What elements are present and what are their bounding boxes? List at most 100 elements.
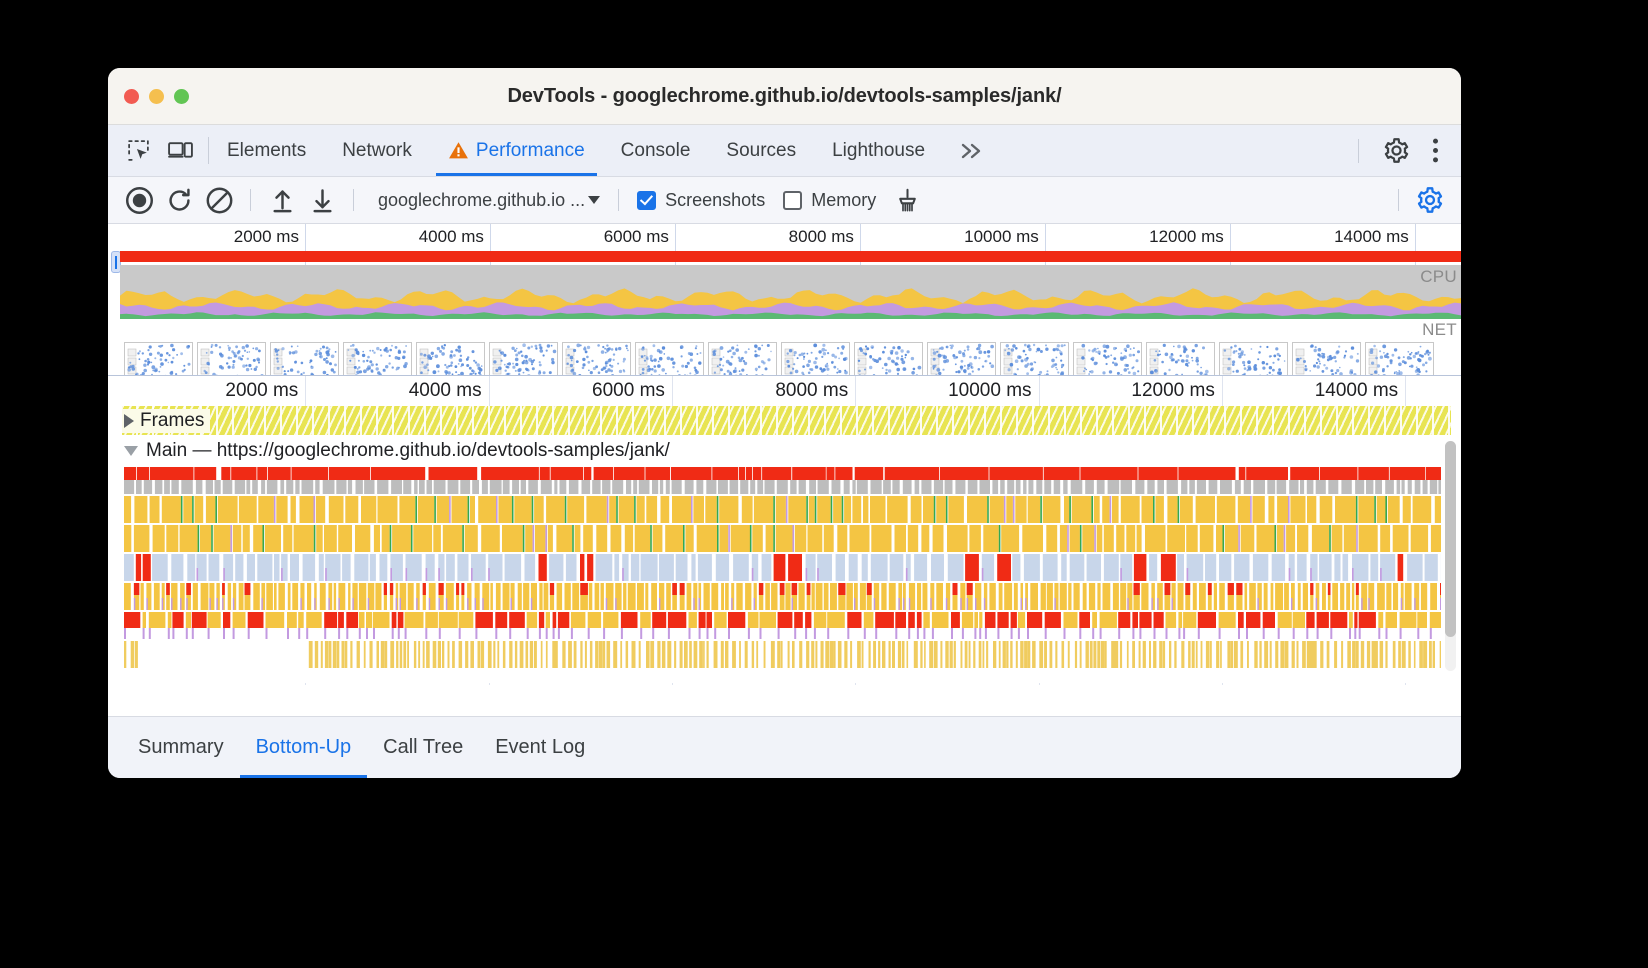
tab-sources[interactable]: Sources <box>708 125 814 176</box>
tab-performance[interactable]: Performance <box>430 125 603 176</box>
memory-checkbox[interactable]: Memory <box>783 190 876 211</box>
filmstrip-frame[interactable] <box>124 342 193 375</box>
filmstrip-frame[interactable] <box>1365 342 1434 375</box>
screenshots-checkbox[interactable]: Screenshots <box>637 190 765 211</box>
timeline-overview[interactable]: 2000 ms 4000 ms 6000 ms 8000 ms 10000 ms 1200… <box>108 224 1461 375</box>
detail-ruler-tick-label: 2000 ms <box>225 380 299 401</box>
tab-label: Elements <box>227 139 307 161</box>
tab-bottom-up[interactable]: Bottom-Up <box>239 717 368 778</box>
flame-chart-row[interactable] <box>122 641 1441 668</box>
filmstrip-frame[interactable] <box>1000 342 1069 375</box>
collect-garbage-icon[interactable] <box>890 183 924 217</box>
tab-event-log[interactable]: Event Log <box>479 717 601 778</box>
filmstrip-frame[interactable] <box>781 342 850 375</box>
window-title: DevTools - googlechrome.github.io/devtoo… <box>507 84 1062 107</box>
filmstrip-frame[interactable] <box>1146 342 1215 375</box>
flame-chart-row[interactable] <box>122 525 1441 552</box>
flame-chart-row[interactable] <box>122 496 1441 523</box>
filmstrip-frame[interactable] <box>270 342 339 375</box>
filmstrip[interactable] <box>120 340 1461 375</box>
overview-ruler: 2000 ms 4000 ms 6000 ms 8000 ms 10000 ms 1200… <box>108 224 1461 371</box>
main-track-header[interactable]: Main — https://googlechrome.github.io/de… <box>108 435 1461 467</box>
toolbar-right-actions <box>1390 183 1447 217</box>
frames-track-label: Frames <box>140 410 205 431</box>
flame-chart-row[interactable] <box>122 554 1441 581</box>
toolbar-divider-1 <box>250 189 251 211</box>
more-options-icon[interactable] <box>1422 137 1449 164</box>
window-titlebar: DevTools - googlechrome.github.io/devtoo… <box>108 68 1461 125</box>
tab-label: Call Tree <box>383 736 464 758</box>
gear-icon[interactable] <box>1375 137 1418 164</box>
frames-strip[interactable] <box>122 406 1451 435</box>
filmstrip-frame[interactable] <box>1292 342 1361 375</box>
net-label: NET <box>1422 320 1457 339</box>
flame-chart-row[interactable] <box>122 583 1441 610</box>
record-button[interactable] <box>122 183 156 217</box>
tabstrip-tools <box>108 125 208 176</box>
detail-ruler-tick-label: 6000 ms <box>592 380 665 401</box>
filmstrip-frame[interactable] <box>927 342 996 375</box>
filmstrip-frame[interactable] <box>197 342 266 375</box>
tabs-overflow-icon[interactable] <box>943 125 1001 176</box>
tab-network[interactable]: Network <box>324 125 430 176</box>
toolbar-divider-3 <box>618 189 620 211</box>
collapse-triangle-icon[interactable] <box>124 446 138 456</box>
warning-triangle-icon <box>448 141 469 160</box>
filmstrip-frame[interactable] <box>343 342 412 375</box>
filmstrip-frame[interactable] <box>489 342 558 375</box>
filmstrip-frame[interactable] <box>1219 342 1288 375</box>
ruler-tick-label: 8000 ms <box>788 227 854 246</box>
tab-label: Console <box>620 139 691 161</box>
load-profile-icon[interactable] <box>265 183 299 217</box>
devtools-tabstrip: Elements Network Performance Console Sou… <box>108 125 1461 177</box>
flame-chart-row[interactable] <box>122 467 1441 494</box>
detail-ruler-tick-label: 10000 ms <box>948 380 1032 401</box>
tab-elements[interactable]: Elements <box>209 125 324 176</box>
ruler-tick-label: 2000 ms <box>233 227 299 246</box>
performance-toolbar: googlechrome.github.io ... Screenshots M… <box>108 177 1461 224</box>
frames-track[interactable]: Frames <box>108 406 1461 435</box>
overview-body[interactable]: CPU NET <box>108 251 1461 375</box>
filmstrip-frame[interactable] <box>708 342 777 375</box>
detail-ruler-tick-label: 12000 ms <box>1131 380 1215 401</box>
frames-track-header[interactable]: Frames <box>122 409 211 433</box>
clear-recording-icon[interactable] <box>202 183 236 217</box>
inspect-element-icon[interactable] <box>126 138 151 163</box>
detail-ruler: 2000 ms 4000 ms 6000 ms 8000 ms 10000 ms 1200… <box>108 376 1461 685</box>
flame-chart-row[interactable] <box>122 612 1441 639</box>
expand-triangle-icon[interactable] <box>124 414 134 428</box>
save-profile-icon[interactable] <box>305 183 339 217</box>
flame-chart[interactable] <box>122 467 1441 683</box>
tab-label: Sources <box>726 139 797 161</box>
main-track[interactable]: Main — https://googlechrome.github.io/de… <box>108 435 1461 683</box>
tab-call-tree[interactable]: Call Tree <box>367 717 479 778</box>
screenshots-label: Screenshots <box>665 189 766 210</box>
main-track-label: Main — https://googlechrome.github.io/de… <box>146 440 670 461</box>
scrollbar-thumb[interactable] <box>1445 441 1456 637</box>
recording-select[interactable]: googlechrome.github.io ... <box>368 190 604 211</box>
filmstrip-frame[interactable] <box>562 342 631 375</box>
cpu-usage-chart <box>120 265 1461 319</box>
tab-lighthouse[interactable]: Lighthouse <box>814 125 943 176</box>
tab-label: Lighthouse <box>832 139 926 161</box>
timeline-detail[interactable]: 2000 ms 4000 ms 6000 ms 8000 ms 10000 ms 1200… <box>108 375 1461 685</box>
filmstrip-frame[interactable] <box>416 342 485 375</box>
tabstrip-actions <box>1358 125 1461 176</box>
filmstrip-frame[interactable] <box>1073 342 1142 375</box>
ruler-tick-label: 14000 ms <box>1334 227 1409 246</box>
tab-console[interactable]: Console <box>603 125 709 176</box>
memory-label: Memory <box>811 189 877 210</box>
flame-chart-scrollbar[interactable] <box>1445 441 1456 671</box>
detail-ruler-tick-label: 4000 ms <box>408 380 482 401</box>
capture-settings-gear-icon[interactable] <box>1413 183 1447 217</box>
tab-label: Bottom-Up <box>255 736 352 758</box>
actions-divider <box>1358 138 1359 163</box>
device-toolbar-icon[interactable] <box>167 138 194 163</box>
network-overview <box>120 319 1461 340</box>
reload-and-record-icon[interactable] <box>162 183 196 217</box>
tab-label: Performance <box>475 139 585 161</box>
detail-ruler-tick-label: 14000 ms <box>1314 380 1399 401</box>
tab-summary[interactable]: Summary <box>122 717 240 778</box>
filmstrip-frame[interactable] <box>635 342 704 375</box>
filmstrip-frame[interactable] <box>854 342 923 375</box>
